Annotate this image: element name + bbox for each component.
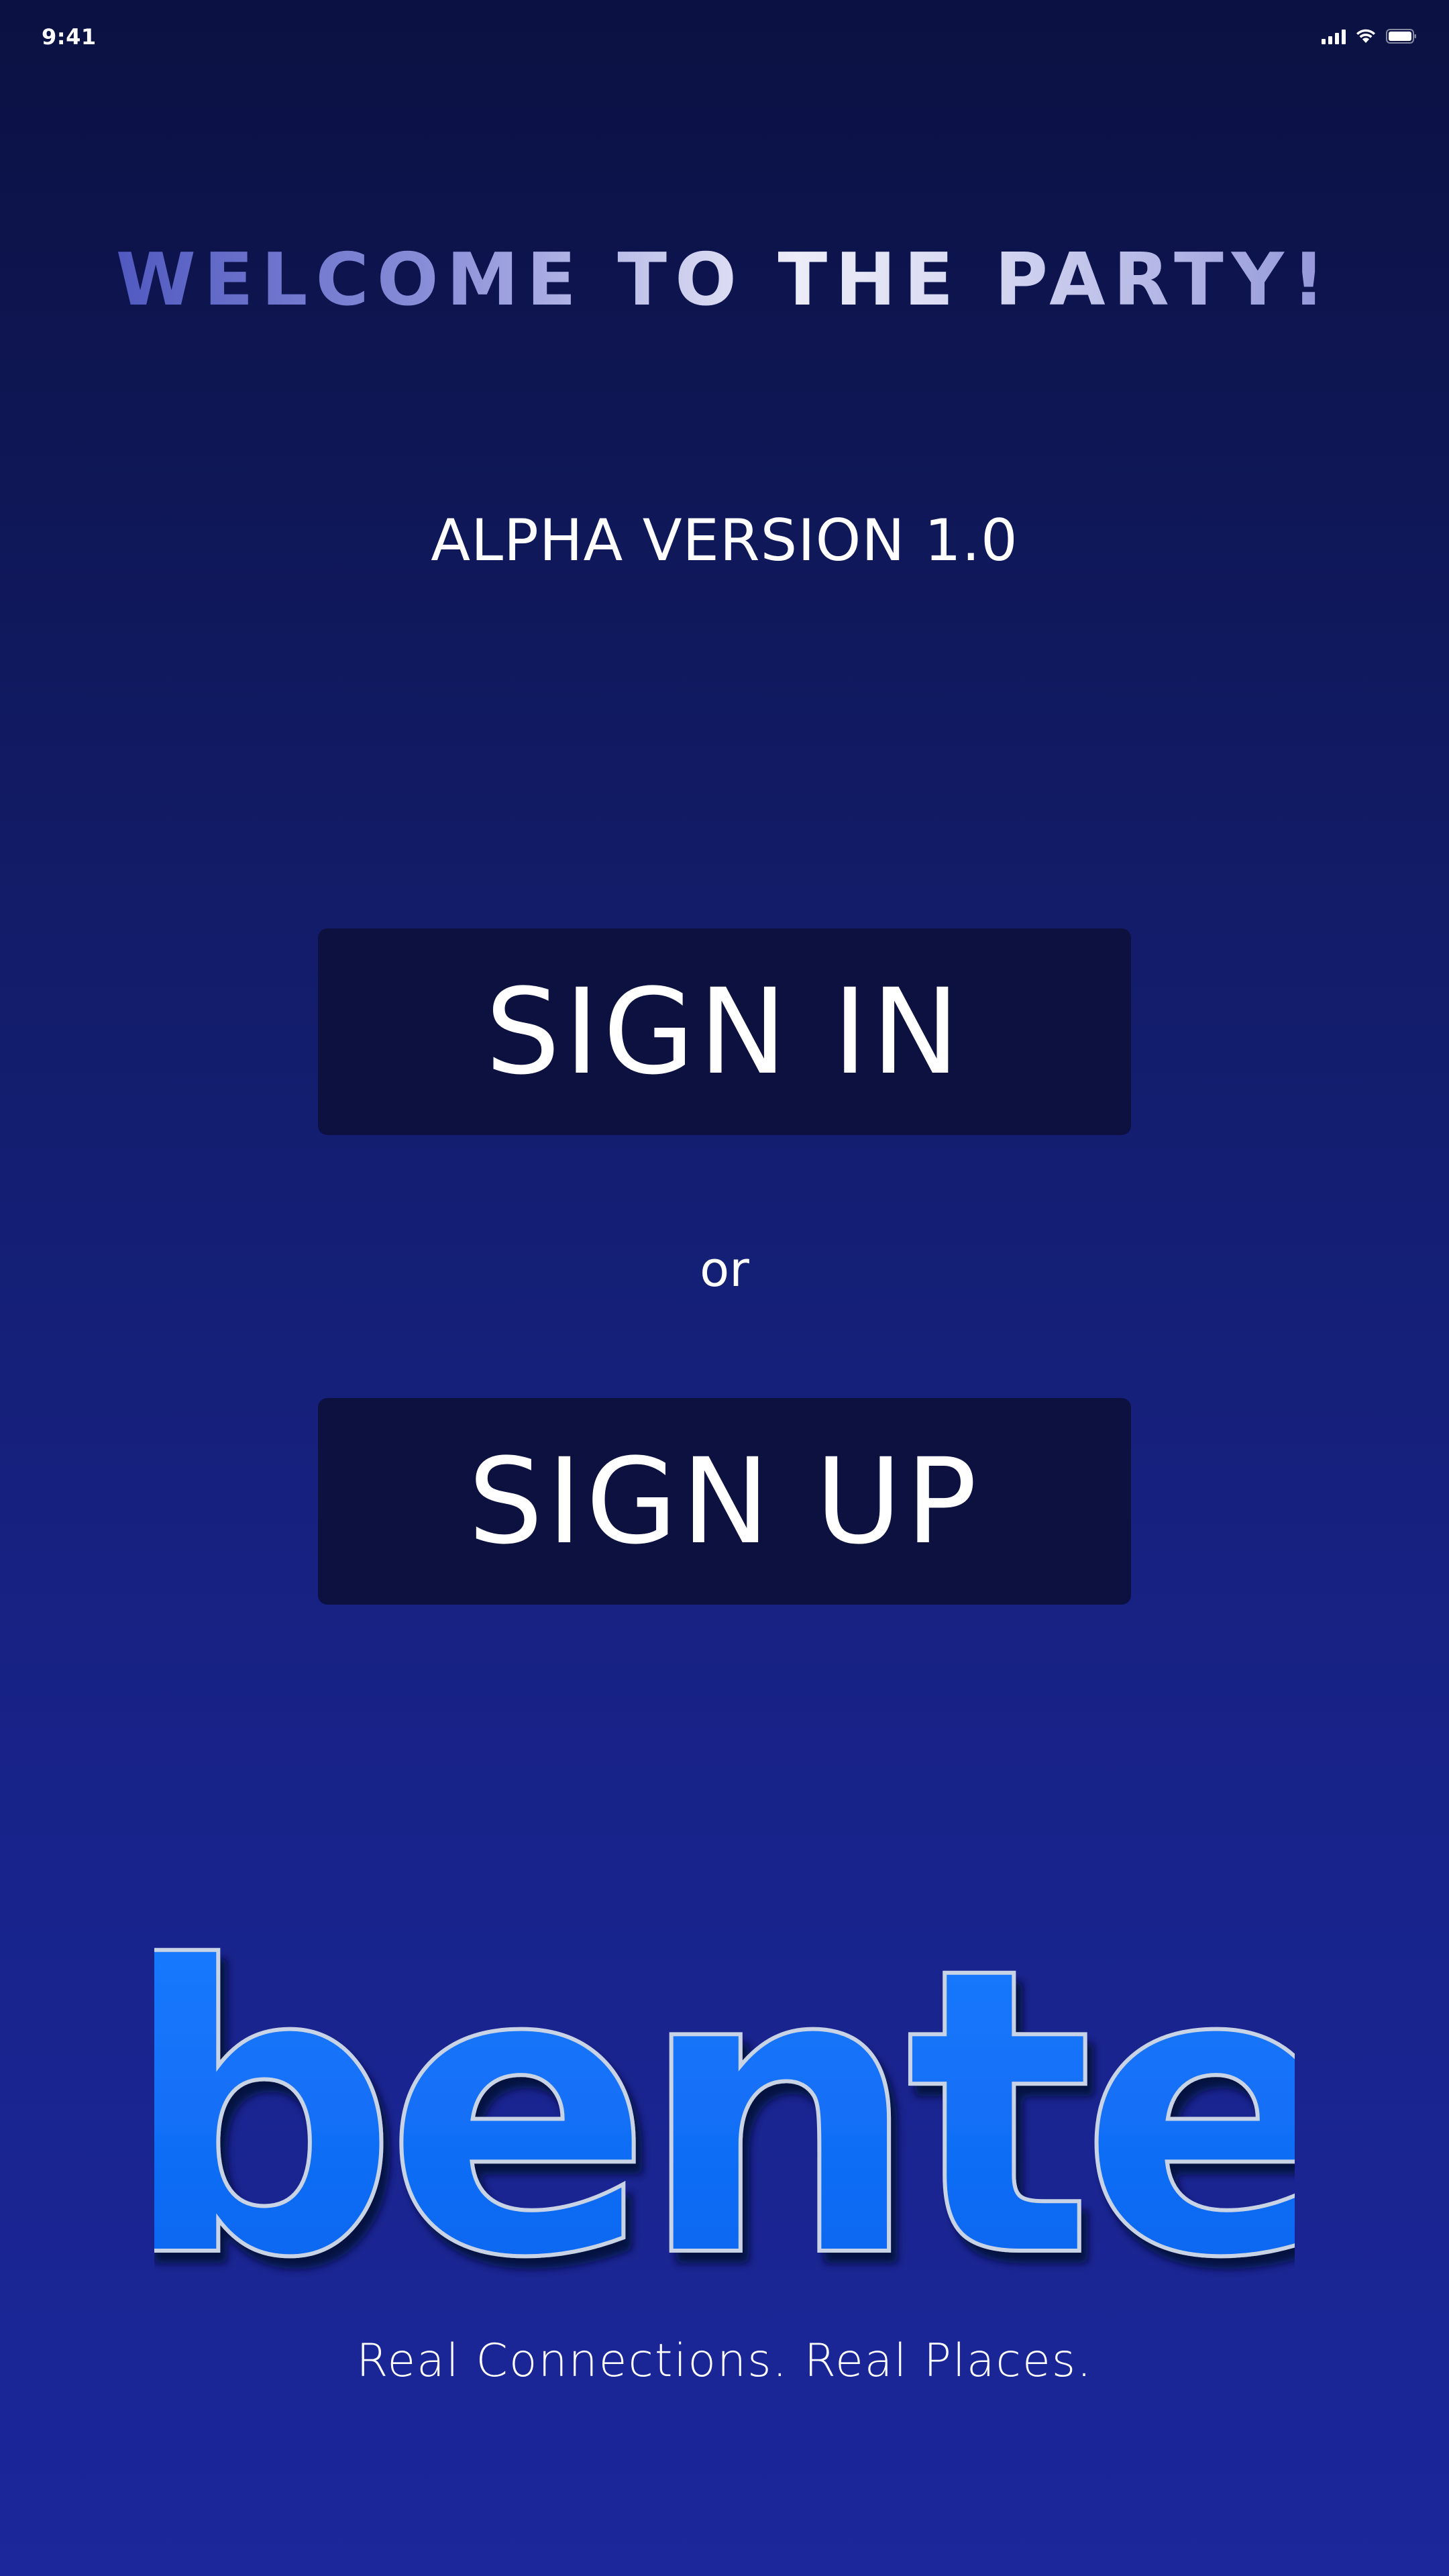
bente-logo: bente — [0, 1919, 1449, 2294]
sign-in-button[interactable]: SIGN IN — [318, 928, 1131, 1135]
status-bar: 9:41 — [0, 0, 1449, 74]
signal-icon — [1322, 28, 1346, 44]
status-icons — [1322, 28, 1417, 44]
welcome-title: WELCOME TO THE PARTY! — [0, 238, 1449, 322]
or-separator: or — [700, 1241, 749, 1297]
tagline: Real Connections. Real Places. — [356, 2334, 1093, 2387]
welcome-screen: 9:41 WELCOME TO THE PARTY! ALPHA VERSION… — [0, 0, 1449, 2576]
logo-text: bente — [154, 1919, 1295, 2294]
status-time: 9:41 — [42, 24, 97, 50]
wifi-icon — [1355, 28, 1377, 44]
battery-icon — [1386, 28, 1417, 44]
version-label: ALPHA VERSION 1.0 — [431, 507, 1018, 574]
sign-up-button[interactable]: SIGN UP — [318, 1398, 1131, 1605]
